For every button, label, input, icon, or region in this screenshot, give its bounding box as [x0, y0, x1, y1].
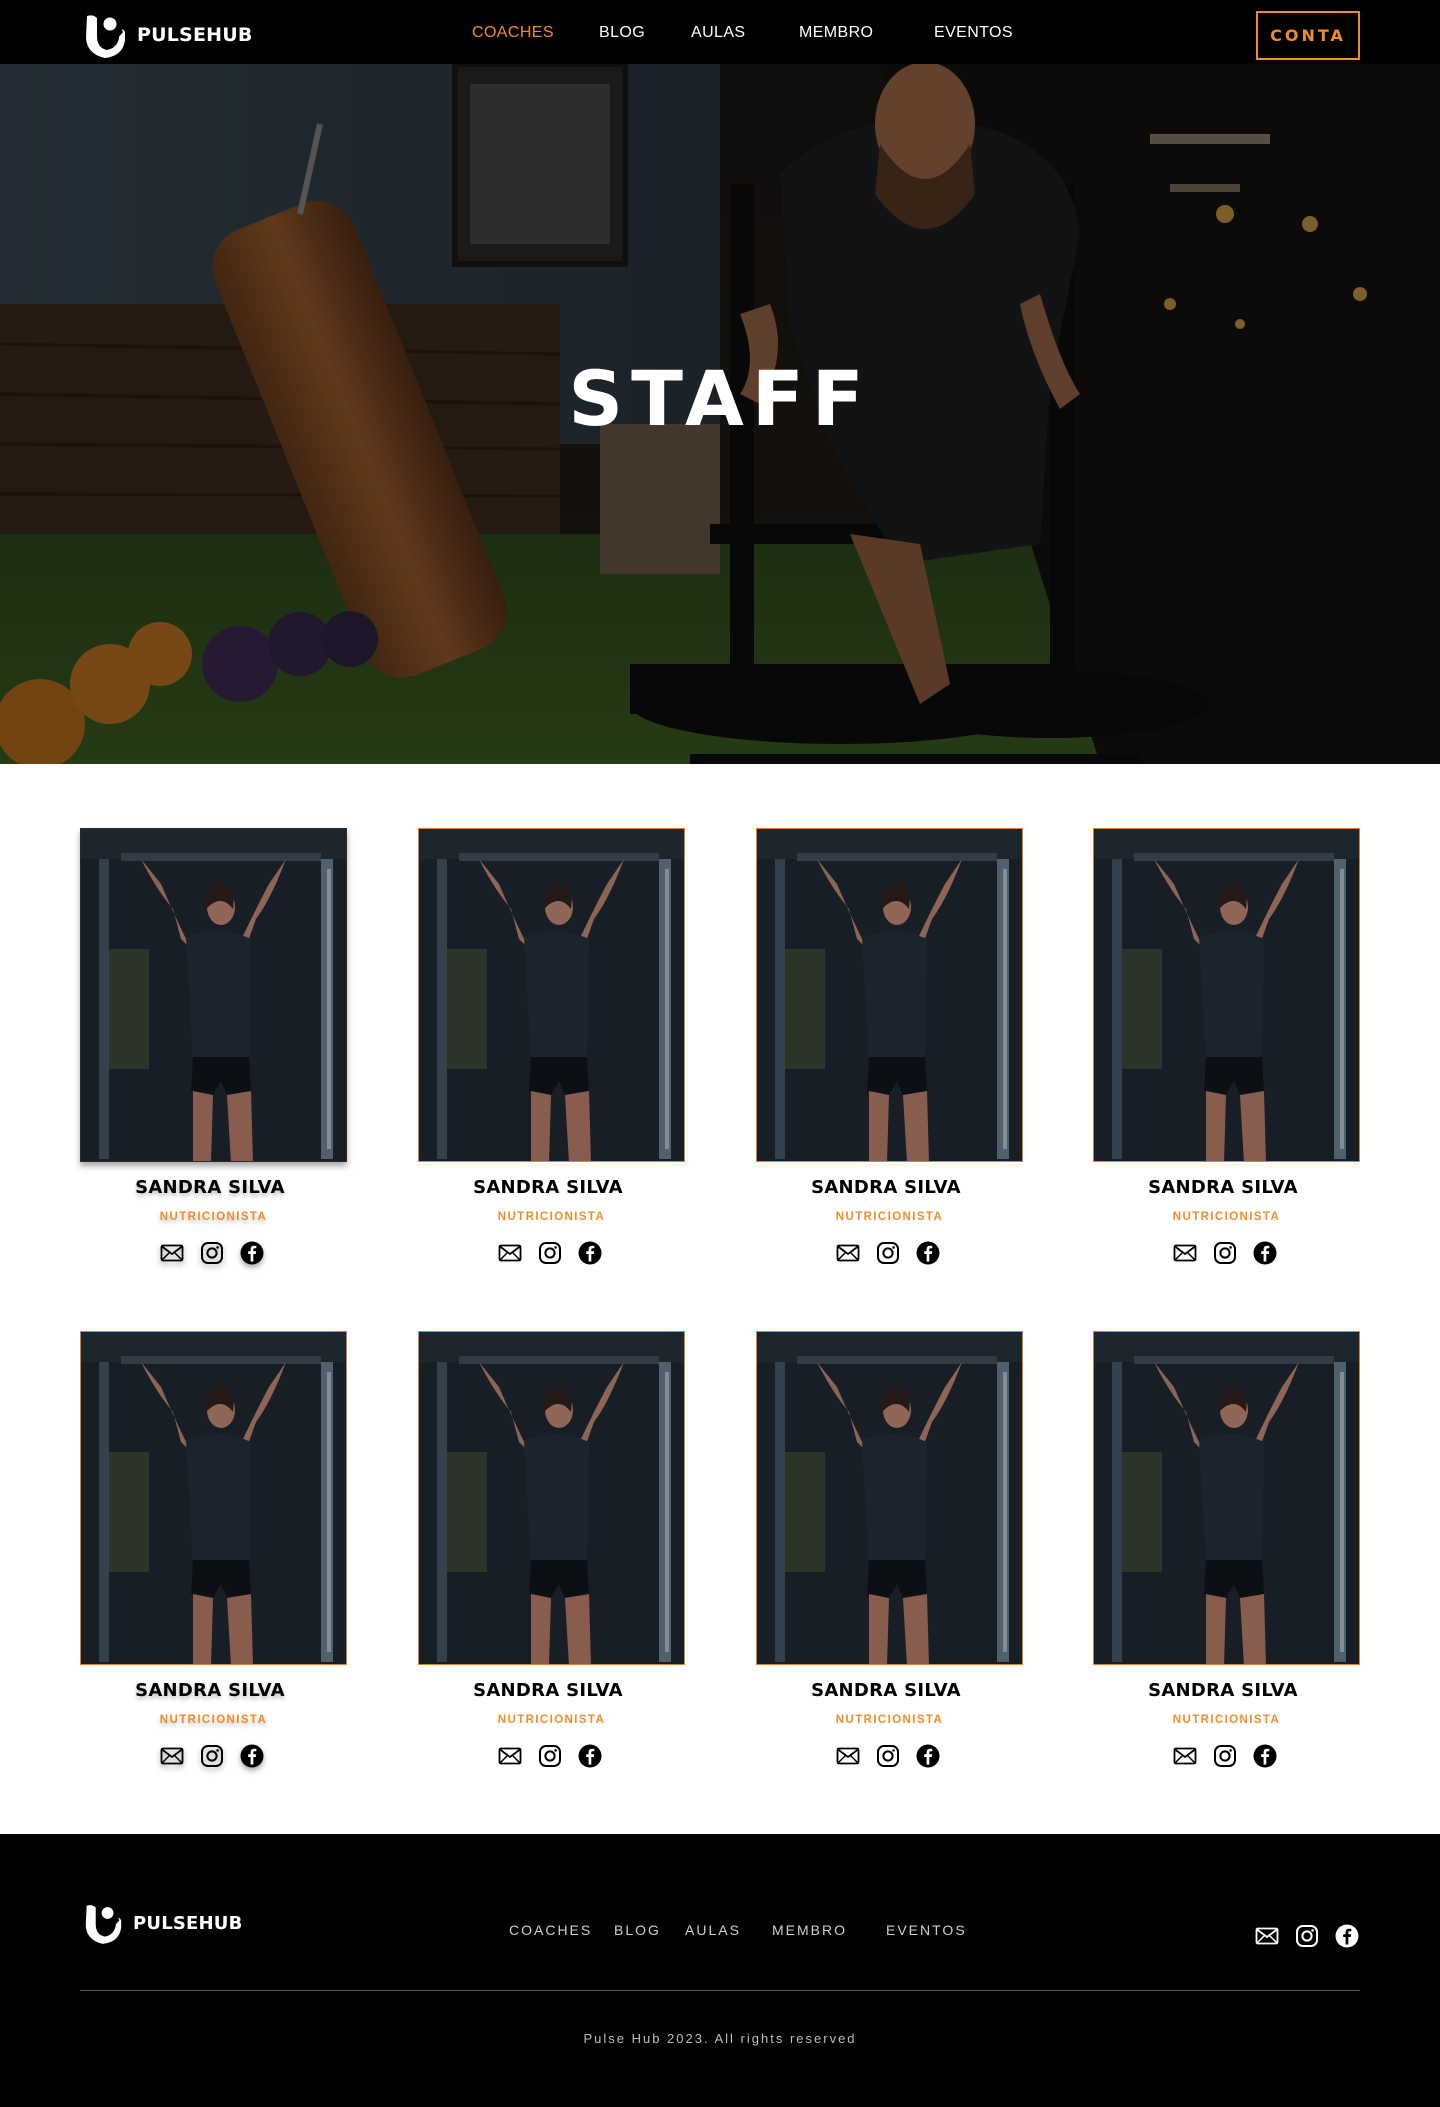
pulsehub-logo-icon [85, 1905, 122, 1944]
staff-role: NUTRICIONISTA [497, 1211, 606, 1223]
staff-photo-image [1094, 829, 1359, 1161]
staff-name: SANDRA SILVA [811, 1177, 961, 1198]
staff-photo-image [1094, 1332, 1359, 1664]
staff-photo[interactable] [418, 828, 685, 1162]
facebook-icon[interactable] [916, 1241, 940, 1265]
staff-card: SANDRA SILVA NUTRICIONISTA [756, 1331, 1023, 1781]
mail-icon[interactable] [836, 1744, 860, 1768]
staff-card: SANDRA SILVA NUTRICIONISTA [1093, 828, 1360, 1278]
staff-photo-image [757, 1332, 1022, 1664]
staff-social-links [160, 1744, 264, 1768]
staff-role: NUTRICIONISTA [1172, 1714, 1281, 1726]
facebook-icon[interactable] [240, 1241, 264, 1265]
mail-icon[interactable] [160, 1744, 184, 1768]
staff-name: SANDRA SILVA [473, 1680, 623, 1701]
staff-photo[interactable] [756, 1331, 1023, 1665]
mail-icon[interactable] [160, 1241, 184, 1265]
facebook-icon[interactable] [578, 1241, 602, 1265]
mail-icon[interactable] [498, 1241, 522, 1265]
facebook-icon[interactable] [240, 1744, 264, 1768]
facebook-icon[interactable] [578, 1744, 602, 1768]
footer-link-membro[interactable]: MEMBRO [772, 1922, 847, 1938]
mail-icon[interactable] [1255, 1924, 1279, 1948]
mail-icon[interactable] [498, 1744, 522, 1768]
staff-social-links [836, 1744, 940, 1768]
nav-link-blog[interactable]: BLOG [599, 24, 645, 42]
staff-name: SANDRA SILVA [1148, 1177, 1298, 1198]
top-nav: PULSEHUB COACHES BLOG AULAS MEMBRO EVENT… [0, 0, 1440, 64]
copyright-text: Pulse Hub 2023. All rights reserved [583, 2031, 857, 2046]
staff-name: SANDRA SILVA [1148, 1680, 1298, 1701]
staff-social-links [498, 1241, 602, 1265]
nav-link-eventos[interactable]: EVENTOS [934, 24, 1013, 42]
staff-social-links [160, 1241, 264, 1265]
instagram-icon[interactable] [1295, 1924, 1319, 1948]
staff-role: NUTRICIONISTA [159, 1211, 268, 1223]
instagram-icon[interactable] [1213, 1241, 1237, 1265]
instagram-icon[interactable] [200, 1241, 224, 1265]
staff-role: NUTRICIONISTA [835, 1211, 944, 1223]
staff-photo-image [757, 829, 1022, 1161]
staff-name: SANDRA SILVA [135, 1680, 285, 1701]
staff-photo-image [419, 829, 684, 1161]
staff-role: NUTRICIONISTA [835, 1714, 944, 1726]
staff-name: SANDRA SILVA [135, 1177, 285, 1198]
staff-photo-image [81, 1332, 346, 1664]
staff-card: SANDRA SILVA NUTRICIONISTA [418, 1331, 685, 1781]
footer-link-eventos[interactable]: EVENTOS [886, 1922, 967, 1938]
nav-link-membro[interactable]: MEMBRO [799, 24, 873, 42]
staff-card: SANDRA SILVA NUTRICIONISTA [756, 828, 1023, 1278]
staff-social-links [498, 1744, 602, 1768]
facebook-icon[interactable] [1253, 1241, 1277, 1265]
nav-link-coaches[interactable]: COACHES [472, 24, 554, 42]
mail-icon[interactable] [1173, 1744, 1197, 1768]
staff-social-links [1173, 1241, 1277, 1265]
footer-social-links [1255, 1924, 1359, 1948]
staff-name: SANDRA SILVA [811, 1680, 961, 1701]
footer-link-coaches[interactable]: COACHES [509, 1922, 592, 1938]
nav-link-aulas[interactable]: AULAS [691, 24, 745, 42]
staff-card: SANDRA SILVA NUTRICIONISTA [80, 1331, 347, 1781]
instagram-icon[interactable] [200, 1744, 224, 1768]
staff-photo-image [419, 1332, 684, 1664]
staff-photo[interactable] [756, 828, 1023, 1162]
staff-card: SANDRA SILVA NUTRICIONISTA [1093, 1331, 1360, 1781]
staff-photo[interactable] [80, 1331, 347, 1665]
facebook-icon[interactable] [1253, 1744, 1277, 1768]
staff-role: NUTRICIONISTA [159, 1714, 268, 1726]
footer-brand-name: PULSEHUB [133, 1912, 243, 1934]
staff-photo[interactable] [418, 1331, 685, 1665]
instagram-icon[interactable] [538, 1744, 562, 1768]
mail-icon[interactable] [836, 1241, 860, 1265]
instagram-icon[interactable] [876, 1241, 900, 1265]
staff-name: SANDRA SILVA [473, 1177, 623, 1198]
staff-photo[interactable] [1093, 828, 1360, 1162]
instagram-icon[interactable] [876, 1744, 900, 1768]
hero-title: STAFF [568, 354, 872, 443]
site-footer: PULSEHUB COACHES BLOG AULAS MEMBRO EVENT… [0, 1834, 1440, 2107]
facebook-icon[interactable] [916, 1744, 940, 1768]
footer-divider [80, 1990, 1360, 1991]
footer-brand-logo[interactable]: PULSEHUB [83, 1900, 243, 1946]
staff-social-links [1173, 1744, 1277, 1768]
staff-card: SANDRA SILVA NUTRICIONISTA [418, 828, 685, 1278]
hero-banner: STAFF [0, 64, 1440, 764]
staff-photo-image [81, 829, 346, 1161]
staff-card: SANDRA SILVA NUTRICIONISTA [80, 828, 347, 1278]
staff-photo[interactable] [80, 828, 347, 1162]
footer-link-aulas[interactable]: AULAS [685, 1922, 741, 1938]
mail-icon[interactable] [1173, 1241, 1197, 1265]
staff-photo[interactable] [1093, 1331, 1360, 1665]
staff-role: NUTRICIONISTA [497, 1714, 606, 1726]
instagram-icon[interactable] [1213, 1744, 1237, 1768]
account-button[interactable]: CONTA [1256, 11, 1360, 60]
facebook-icon[interactable] [1335, 1924, 1359, 1948]
main-menu: COACHES BLOG AULAS MEMBRO EVENTOS [0, 0, 1440, 64]
staff-social-links [836, 1241, 940, 1265]
footer-link-blog[interactable]: BLOG [614, 1922, 661, 1938]
instagram-icon[interactable] [538, 1241, 562, 1265]
staff-role: NUTRICIONISTA [1172, 1211, 1281, 1223]
